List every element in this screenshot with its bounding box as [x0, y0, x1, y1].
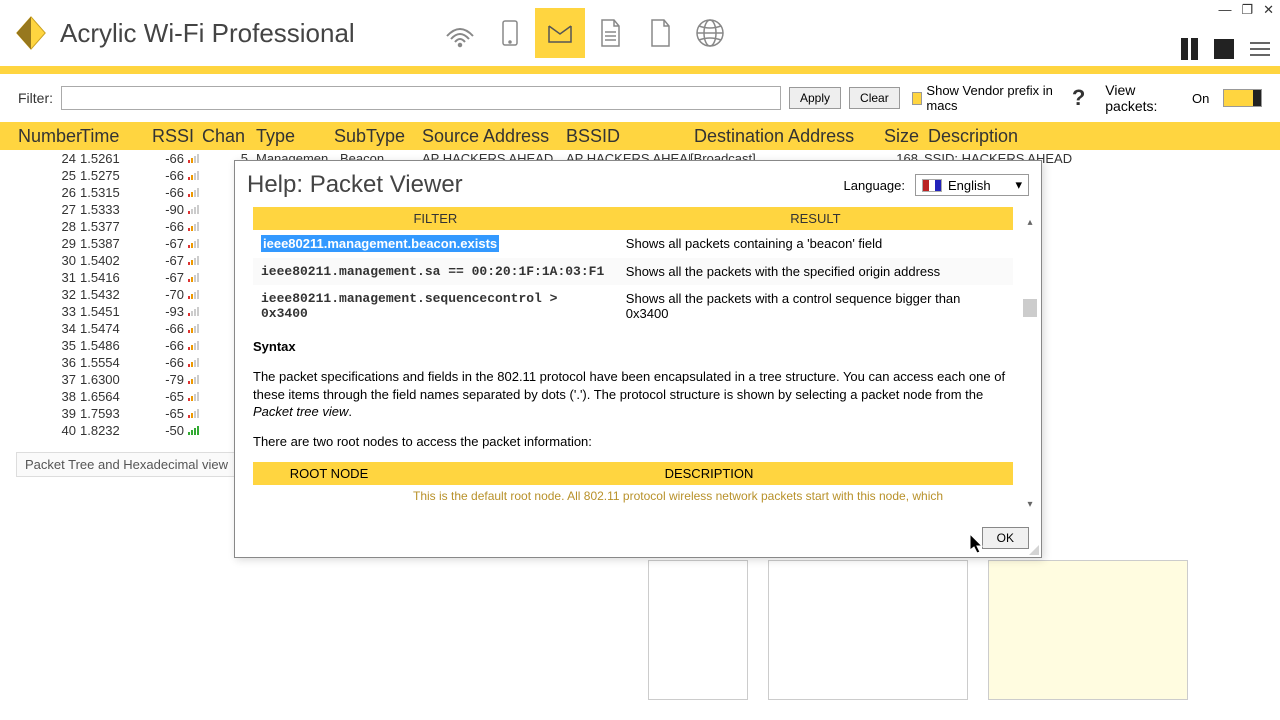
packets-icon[interactable] — [535, 8, 585, 58]
help-icon[interactable]: ? — [1072, 85, 1085, 111]
view-packets-label: View packets: — [1105, 82, 1174, 114]
language-dropdown[interactable]: English ▾ — [915, 174, 1029, 196]
packet-tree-tab[interactable]: Packet Tree and Hexadecimal view — [16, 452, 237, 477]
syntax-paragraph-2: There are two root nodes to access the p… — [253, 433, 1023, 451]
checkbox-icon — [912, 92, 923, 105]
col-type[interactable]: Type — [256, 126, 334, 147]
col-number[interactable]: Number — [0, 126, 80, 147]
clear-button[interactable]: Clear — [849, 87, 900, 109]
menu-button[interactable] — [1250, 42, 1270, 56]
scroll-up-icon[interactable]: ▴ — [1023, 215, 1037, 229]
help-body: FILTER RESULT ieee80211.management.beaco… — [235, 207, 1041, 519]
app-title: Acrylic Wi-Fi Professional — [60, 18, 355, 49]
filter-example-row: ieee80211.management.sequencecontrol > 0… — [253, 285, 1013, 327]
language-value: English — [948, 178, 991, 193]
close-button[interactable]: ✕ — [1263, 2, 1274, 18]
scroll-thumb[interactable] — [1023, 299, 1037, 317]
restore-button[interactable]: ❐ — [1241, 2, 1253, 18]
toolbar — [435, 8, 735, 58]
minimize-button[interactable]: — — [1218, 2, 1231, 18]
chevron-down-icon: ▾ — [1015, 177, 1022, 193]
filter-header: FILTER — [253, 207, 618, 230]
syntax-heading: Syntax — [253, 339, 1023, 354]
language-label: Language: — [844, 178, 905, 193]
col-dest[interactable]: Destination Address — [694, 126, 884, 147]
root-node-text: This is the default root node. All 802.1… — [405, 485, 1013, 507]
device-icon[interactable] — [485, 8, 535, 58]
new-document-icon[interactable] — [635, 8, 685, 58]
vendor-checkbox[interactable]: Show Vendor prefix in macs — [912, 83, 1054, 113]
filter-example-row: ieee80211.management.beacon.existsShows … — [253, 230, 1013, 258]
filter-input[interactable] — [61, 86, 781, 110]
table-header: Number Time RSSI Chan Type SubType Sourc… — [0, 122, 1280, 150]
toggle-on-label: On — [1192, 91, 1209, 106]
ok-button[interactable]: OK — [982, 527, 1029, 549]
document-icon[interactable] — [585, 8, 635, 58]
help-header: Help: Packet Viewer Language: English ▾ — [235, 161, 1041, 207]
titlebar: Acrylic Wi-Fi Professional — ❐ ✕ — [0, 0, 1280, 66]
help-title: Help: Packet Viewer — [247, 171, 463, 199]
filter-label: Filter: — [18, 90, 53, 106]
capture-controls — [1181, 38, 1270, 60]
col-chan[interactable]: Chan — [202, 126, 256, 147]
help-footer: OK — [235, 519, 1041, 557]
accent-divider — [0, 66, 1280, 74]
col-time[interactable]: Time — [80, 126, 152, 147]
col-bssid[interactable]: BSSID — [566, 126, 694, 147]
col-rssi[interactable]: RSSI — [152, 126, 202, 147]
pause-button[interactable] — [1181, 38, 1198, 60]
panel-1 — [648, 560, 748, 700]
panel-3 — [988, 560, 1188, 700]
root-node-table: ROOT NODE DESCRIPTION This is the defaul… — [253, 462, 1013, 507]
filter-bar: Filter: Apply Clear Show Vendor prefix i… — [0, 74, 1280, 122]
globe-icon[interactable] — [685, 8, 735, 58]
app-logo — [12, 14, 50, 52]
filter-examples-table: FILTER RESULT ieee80211.management.beaco… — [253, 207, 1013, 327]
description-header: DESCRIPTION — [405, 462, 1013, 485]
stop-button[interactable] — [1214, 39, 1234, 59]
col-size[interactable]: Size — [884, 126, 928, 147]
col-source[interactable]: Source Address — [422, 126, 566, 147]
help-scrollbar[interactable]: ▴ ▾ — [1023, 215, 1037, 511]
bottom-panels — [648, 560, 1188, 700]
language-selector: Language: English ▾ — [844, 174, 1029, 196]
window-controls: — ❐ ✕ — [1218, 2, 1274, 18]
view-toggle[interactable] — [1223, 89, 1262, 107]
root-node-header: ROOT NODE — [253, 462, 405, 485]
col-subtype[interactable]: SubType — [334, 126, 422, 147]
col-desc[interactable]: Description — [928, 126, 1280, 147]
syntax-paragraph-1: The packet specifications and fields in … — [253, 368, 1023, 421]
apply-button[interactable]: Apply — [789, 87, 841, 109]
result-header: RESULT — [618, 207, 1013, 230]
resize-grip[interactable] — [1027, 543, 1039, 555]
wifi-icon[interactable] — [435, 8, 485, 58]
scroll-down-icon[interactable]: ▾ — [1023, 497, 1037, 511]
help-dialog: Help: Packet Viewer Language: English ▾ … — [234, 160, 1042, 558]
panel-2 — [768, 560, 968, 700]
filter-example-row: ieee80211.management.sa == 00:20:1F:1A:0… — [253, 258, 1013, 285]
vendor-label: Show Vendor prefix in macs — [926, 83, 1053, 113]
flag-icon — [922, 179, 942, 192]
